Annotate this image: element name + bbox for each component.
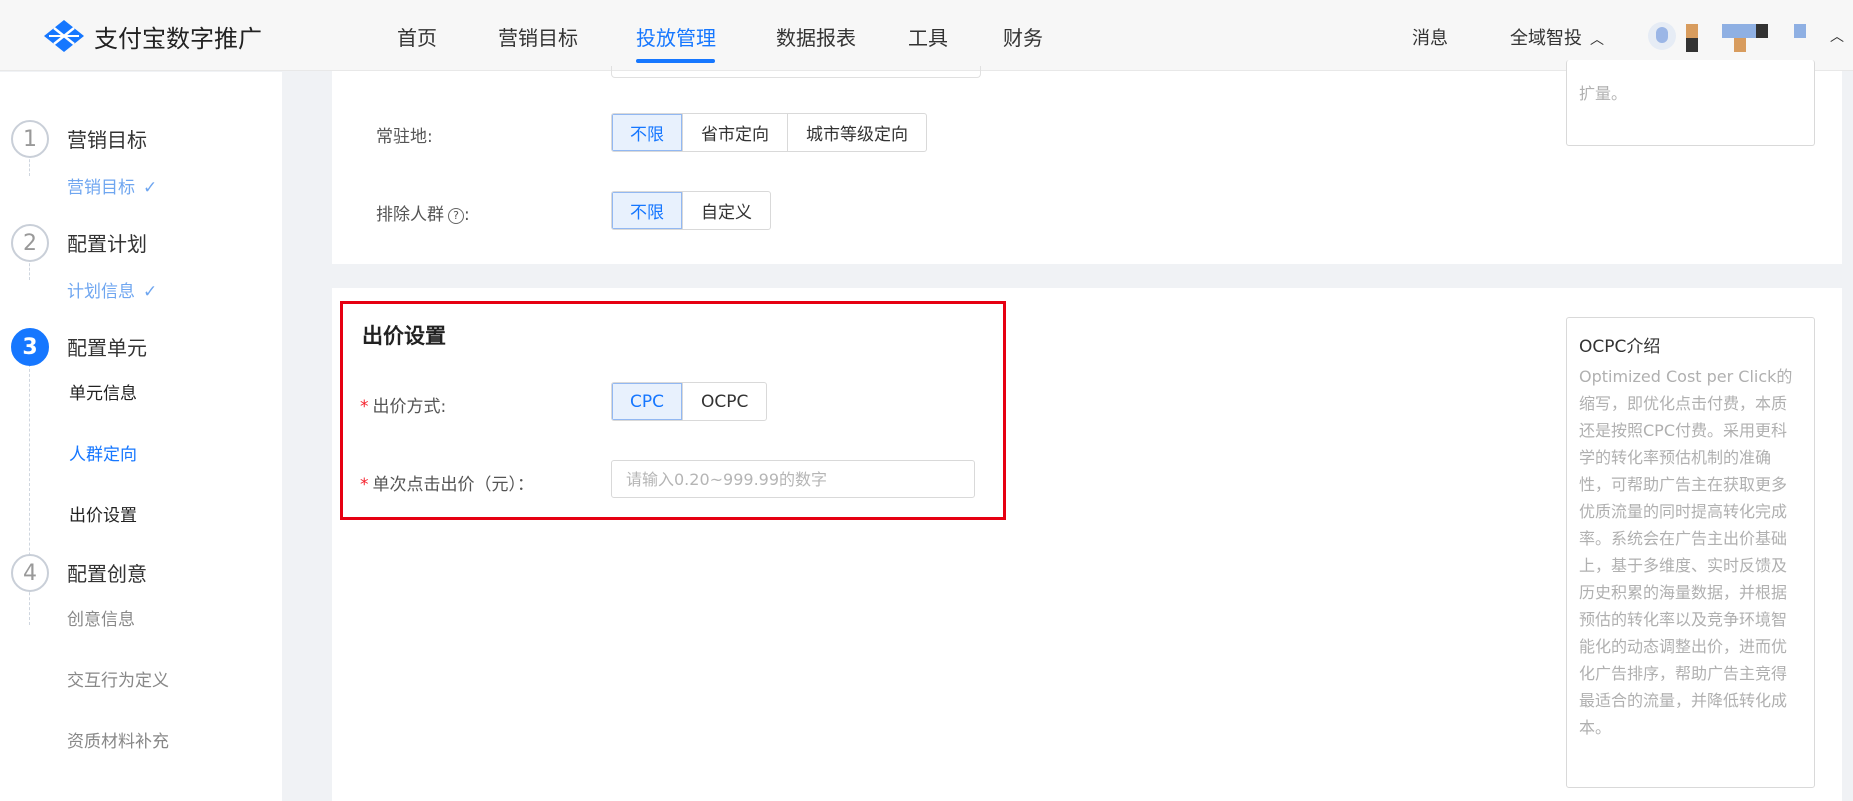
substep-audience-targeting[interactable]: 人群定向 bbox=[69, 440, 137, 465]
substep-label: 计划信息 bbox=[67, 282, 135, 302]
nav-tools[interactable]: 工具 bbox=[908, 22, 948, 51]
required-asterisk: * bbox=[360, 397, 369, 417]
brand-logo[interactable]: 支付宝数字推广 bbox=[42, 18, 262, 54]
ocpc-intro-title: OCPC介绍 bbox=[1579, 337, 1661, 357]
user-avatar[interactable] bbox=[1648, 22, 1676, 50]
click-bid-input[interactable] bbox=[611, 460, 975, 498]
exclude-option-unlimited[interactable]: 不限 bbox=[612, 192, 682, 229]
bid-method-label: * 出价方式: bbox=[360, 392, 446, 417]
alipay-diamond-icon bbox=[44, 20, 84, 52]
help-icon[interactable]: ? bbox=[448, 207, 464, 224]
nav-finance[interactable]: 财务 bbox=[1003, 22, 1043, 51]
bid-method-option-ocpc[interactable]: OCPC bbox=[682, 383, 766, 420]
substep-label: 营销目标 bbox=[67, 178, 135, 198]
chevron-up-icon: ︿ bbox=[1590, 32, 1604, 48]
click-bid-label: * 单次点击出价（元）： bbox=[360, 470, 534, 495]
ocpc-intro-text: Optimized Cost per Click的缩写，即优化点击付费，本质还是… bbox=[1579, 367, 1793, 737]
substep-interaction-definition[interactable]: 交互行为定义 bbox=[67, 666, 169, 691]
required-asterisk: * bbox=[360, 475, 369, 495]
product-switch-label: 全域智投 bbox=[1510, 28, 1582, 49]
step-2-badge: 2 bbox=[11, 224, 49, 262]
step-3-title[interactable]: 配置单元 bbox=[67, 332, 147, 361]
substep-qualification-materials[interactable]: 资质材料补充 bbox=[67, 727, 169, 752]
redacted-account bbox=[1734, 38, 1746, 52]
substep-creative-info[interactable]: 创意信息 bbox=[67, 605, 135, 630]
exclude-audience-segmented-control: 不限 自定义 bbox=[611, 191, 771, 230]
previous-tip-text: 扩量。 bbox=[1579, 84, 1628, 103]
redacted-account bbox=[1756, 24, 1768, 38]
exclude-option-custom[interactable]: 自定义 bbox=[682, 192, 770, 229]
redacted-username bbox=[1686, 24, 1698, 38]
substep-marketing-goal[interactable]: 营销目标 ✓ bbox=[67, 173, 157, 198]
step-sidebar: 1 营销目标 营销目标 ✓ 2 配置计划 计划信息 ✓ 3 配置单元 单元信息 人群… bbox=[0, 72, 282, 801]
nav-data-reports[interactable]: 数据报表 bbox=[776, 22, 856, 51]
substep-plan-info[interactable]: 计划信息 ✓ bbox=[67, 277, 157, 302]
step-3-badge: 3 bbox=[11, 328, 49, 366]
step-4-title[interactable]: 配置创意 bbox=[67, 558, 147, 587]
step-1-title[interactable]: 营销目标 bbox=[67, 124, 147, 153]
exclude-audience-label: 排除人群?: bbox=[376, 200, 470, 225]
exclude-audience-label-text: 排除人群 bbox=[376, 205, 444, 225]
residence-segmented-control: 不限 省市定向 城市等级定向 bbox=[611, 113, 927, 152]
residence-option-province-city[interactable]: 省市定向 bbox=[682, 114, 787, 151]
bid-settings-title: 出价设置 bbox=[362, 324, 446, 348]
nav-delivery-management[interactable]: 投放管理 bbox=[636, 22, 716, 51]
ocpc-intro-box: OCPC介绍 Optimized Cost per Click的缩写，即优化点击… bbox=[1566, 317, 1815, 788]
bid-method-label-text: 出价方式: bbox=[372, 397, 447, 417]
previous-tip-box: 扩量。 bbox=[1566, 60, 1815, 146]
product-switch-dropdown[interactable]: 全域智投 ︿ bbox=[1510, 24, 1604, 50]
nav-marketing-goal[interactable]: 营销目标 bbox=[498, 22, 578, 51]
check-icon: ✓ bbox=[143, 282, 158, 302]
messages-link[interactable]: 消息 bbox=[1412, 24, 1448, 50]
previous-field-input-edge bbox=[611, 66, 981, 78]
click-bid-label-text: 单次点击出价（元）： bbox=[372, 475, 535, 495]
nav-home[interactable]: 首页 bbox=[397, 22, 437, 51]
step-4-badge: 4 bbox=[11, 554, 49, 592]
step-2-title[interactable]: 配置计划 bbox=[67, 228, 147, 257]
chevron-up-icon[interactable]: ︿ bbox=[1830, 26, 1844, 46]
step-1-badge: 1 bbox=[11, 120, 49, 158]
bid-method-segmented-control: CPC OCPC bbox=[611, 382, 768, 421]
bid-method-option-cpc[interactable]: CPC bbox=[612, 383, 682, 420]
nav-active-indicator bbox=[636, 59, 715, 63]
substep-unit-info[interactable]: 单元信息 bbox=[69, 379, 137, 404]
redacted-username bbox=[1686, 38, 1698, 52]
redacted-account bbox=[1794, 24, 1806, 38]
brand-name: 支付宝数字推广 bbox=[94, 24, 262, 53]
substep-bid-settings[interactable]: 出价设置 bbox=[69, 501, 137, 526]
residence-option-city-tier[interactable]: 城市等级定向 bbox=[787, 114, 926, 151]
residence-option-unlimited[interactable]: 不限 bbox=[612, 114, 682, 151]
label-colon: : bbox=[464, 205, 470, 225]
check-icon: ✓ bbox=[143, 178, 158, 198]
residence-label: 常驻地: bbox=[376, 127, 433, 147]
